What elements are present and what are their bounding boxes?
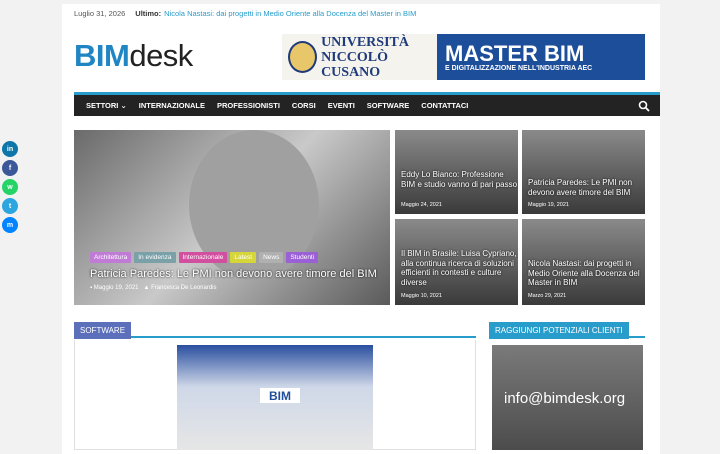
telegram-icon[interactable]: t (2, 198, 18, 214)
top-bar: Luglio 31, 2026 Ultimo: Nicola Nastasi: … (74, 9, 416, 18)
current-date: Luglio 31, 2026 (74, 9, 126, 18)
latest-label: Ultimo: (135, 9, 162, 18)
section-label[interactable]: SOFTWARE (74, 322, 132, 339)
banner-uni-line2: NICCOLÒ CUSANO (321, 49, 388, 80)
linkedin-icon[interactable]: in (2, 141, 18, 157)
banner-subtitle: E DIGITALIZZAZIONE NELL'INDUSTRIA AEC (445, 64, 593, 72)
author-icon: ▲ (143, 285, 152, 291)
section-heading-software: SOFTWARE (74, 320, 476, 339)
messenger-icon[interactable]: m (2, 217, 18, 233)
banner-uni-line1: UNIVERSITÀ (321, 34, 409, 50)
social-share-bar: in f w t m (2, 141, 18, 233)
tile-title: Nicola Nastasi: dai progetti in Medio Or… (528, 259, 640, 287)
nav-professionisti[interactable]: PROFESSIONISTI (211, 101, 286, 110)
nav-internazionale[interactable]: INTERNAZIONALE (133, 101, 211, 110)
facebook-icon[interactable]: f (2, 160, 18, 176)
nav-settori[interactable]: SETTORI ⌄ (80, 101, 133, 110)
site-logo[interactable]: BIMdesk (74, 38, 193, 74)
featured-tile[interactable]: Il BIM in Brasile: Luisa Cypriano, alla … (395, 219, 518, 305)
sidebar-label: RAGGIUNGI POTENZIALI CLIENTI (489, 322, 629, 339)
tile-date: Marzo 29, 2021 (528, 293, 567, 299)
category-tag[interactable]: Studenti (286, 252, 319, 263)
tile-title: Eddy Lo Bianco: Professione BIM e studio… (401, 170, 518, 189)
banner-university: UNIVERSITÀ NICCOLÒ CUSANO (282, 34, 437, 80)
category-tag[interactable]: News (259, 252, 284, 263)
hero-author[interactable]: Francesca De Leonardis (151, 285, 216, 291)
whatsapp-icon[interactable]: w (2, 179, 18, 195)
banner-title: MASTER BIM (445, 40, 585, 66)
sidebar-heading: RAGGIUNGI POTENZIALI CLIENTI (489, 320, 645, 339)
featured-tile[interactable]: Eddy Lo Bianco: Professione BIM e studio… (395, 130, 518, 214)
nav-software[interactable]: SOFTWARE (361, 101, 416, 110)
hero-date: Maggio 19, 2021 (93, 285, 139, 291)
logo-desk: desk (129, 38, 193, 73)
nav-corsi[interactable]: CORSI (286, 101, 322, 110)
hero-post[interactable]: Architettura In evidenza Internazionale … (74, 130, 390, 305)
tile-title: Il BIM in Brasile: Luisa Cypriano, alla … (401, 249, 517, 287)
tile-title: Patricia Paredes: Le PMI non devono aver… (528, 178, 633, 197)
tile-date: Maggio 24, 2021 (401, 202, 442, 208)
tile-date: Maggio 19, 2021 (528, 202, 569, 208)
hero-categories: Architettura In evidenza Internazionale … (90, 252, 319, 263)
hero-meta: ▪ Maggio 19, 2021 ▲ Francesca De Leonard… (90, 285, 217, 291)
nav-eventi[interactable]: EVENTI (322, 101, 361, 110)
post-thumbnail[interactable]: BIM (177, 345, 373, 450)
header-banner[interactable]: UNIVERSITÀ NICCOLÒ CUSANO MASTER BIM E D… (282, 34, 645, 80)
hero-title[interactable]: Patricia Paredes: Le PMI non devono aver… (90, 268, 377, 280)
tile-date: Maggio 10, 2021 (401, 293, 442, 299)
category-tag[interactable]: Internazionale (178, 252, 228, 263)
advertise-banner[interactable]: info@bimdesk.org (492, 345, 643, 450)
post-thumbnail-text: BIM (260, 388, 300, 403)
featured-tile[interactable]: Nicola Nastasi: dai progetti in Medio Or… (522, 219, 645, 305)
contact-email: info@bimdesk.org (504, 390, 626, 407)
banner-master: MASTER BIM E DIGITALIZZAZIONE NELL'INDUS… (437, 34, 645, 80)
university-seal-icon (288, 41, 318, 73)
latest-news-link[interactable]: Nicola Nastasi: dai progetti in Medio Or… (164, 9, 416, 18)
nav-contattaci[interactable]: CONTATTACI (415, 101, 474, 110)
logo-bim: BIM (74, 38, 130, 73)
search-icon[interactable] (638, 100, 650, 112)
category-tag[interactable]: Latest (230, 252, 257, 263)
category-tag[interactable]: In evidenza (134, 252, 176, 263)
category-tag[interactable]: Architettura (90, 252, 132, 263)
featured-tile[interactable]: Patricia Paredes: Le PMI non devono aver… (522, 130, 645, 214)
main-navigation: SETTORI ⌄ INTERNAZIONALE PROFESSIONISTI … (74, 92, 660, 116)
